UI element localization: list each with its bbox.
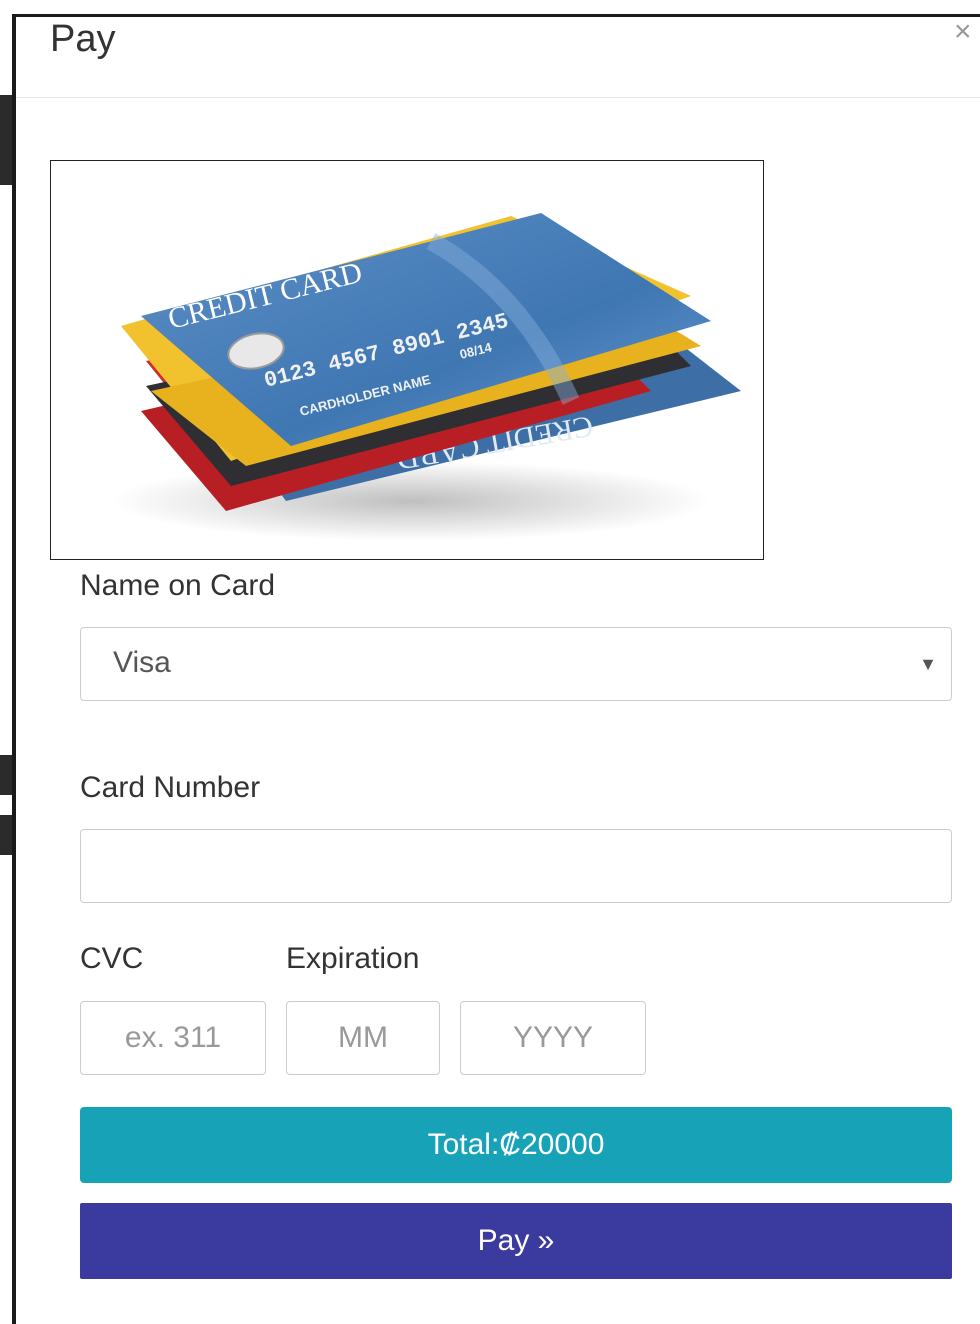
cvc-input[interactable] <box>80 1001 266 1075</box>
cvc-label: CVC <box>80 942 144 975</box>
card-number-label: Card Number <box>80 771 261 804</box>
payment-modal: Pay × CREDIT CARD CREDIT CARD 0123 4567 … <box>12 14 980 1324</box>
expiration-month-input[interactable] <box>286 1001 440 1075</box>
card-number-input[interactable] <box>80 829 952 903</box>
close-icon[interactable]: × <box>954 17 972 47</box>
expiration-year-input[interactable] <box>460 1001 646 1075</box>
total-amount-bar: Total:₡20000 <box>80 1107 952 1183</box>
modal-title: Pay <box>50 18 116 60</box>
expiration-label: Expiration <box>286 942 420 975</box>
modal-header: Pay × <box>16 17 980 98</box>
chevron-down-icon: ▼ <box>919 654 937 674</box>
credit-card-illustration: CREDIT CARD CREDIT CARD 0123 4567 8901 2… <box>111 213 741 541</box>
credit-card-stack-image: CREDIT CARD CREDIT CARD 0123 4567 8901 2… <box>50 160 764 560</box>
pay-button[interactable]: Pay » <box>80 1203 952 1279</box>
card-type-select[interactable]: Visa ▼ <box>80 627 952 701</box>
card-type-selected-value: Visa <box>113 646 171 679</box>
name-on-card-label: Name on Card <box>80 569 276 602</box>
